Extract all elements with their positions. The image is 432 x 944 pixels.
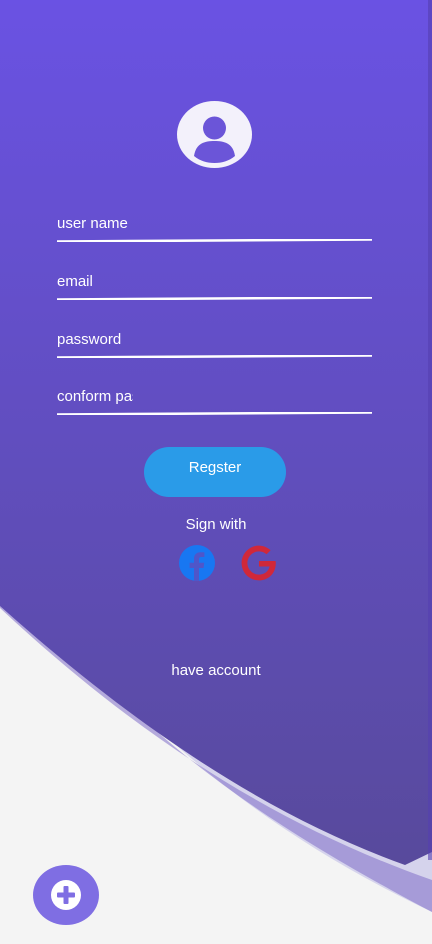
user-avatar-icon	[177, 101, 252, 168]
facebook-icon[interactable]	[178, 544, 216, 582]
password-field[interactable]	[57, 328, 372, 358]
sign-with-label: Sign with	[185, 516, 247, 533]
password-underline	[57, 355, 372, 358]
email-input[interactable]	[57, 270, 133, 292]
username-underline	[57, 239, 372, 242]
password-input[interactable]	[57, 328, 133, 350]
have-account-link[interactable]: have account	[0, 662, 432, 679]
email-underline	[57, 297, 372, 300]
register-button[interactable]: Regster	[144, 447, 286, 497]
confirm-password-underline	[57, 412, 372, 415]
email-field[interactable]	[57, 270, 372, 300]
plus-circle-icon[interactable]	[32, 864, 100, 926]
confirm-password-input[interactable]	[57, 385, 133, 407]
google-icon[interactable]	[240, 544, 278, 582]
username-input[interactable]	[57, 212, 133, 234]
confirm-password-field[interactable]	[57, 385, 372, 415]
username-field[interactable]	[57, 212, 372, 242]
